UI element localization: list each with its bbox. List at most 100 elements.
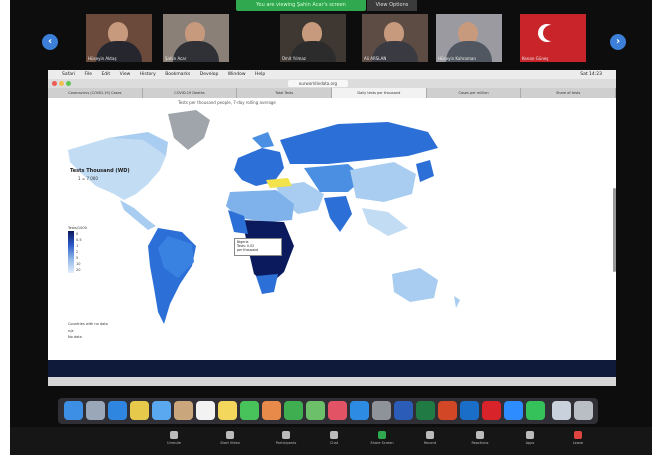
maps-icon[interactable]	[306, 401, 325, 420]
participant-video-strip: ‹ Hüseyin Aktaş Şahin Acar Ümit Yılmaz A…	[40, 14, 626, 64]
outlook-icon[interactable]	[460, 401, 479, 420]
world-map	[68, 110, 460, 324]
maximize-window-icon[interactable]	[66, 81, 71, 86]
browser-tab-active[interactable]: Daily tests per thousand	[332, 88, 427, 98]
trash-icon[interactable]	[574, 401, 593, 420]
contacts-icon[interactable]	[174, 401, 193, 420]
menu-develop[interactable]: Develop	[200, 72, 219, 77]
no-data-title: Countries with no data	[68, 322, 108, 326]
participant-tile[interactable]: Ali ARSLAN	[362, 14, 428, 62]
chat-button[interactable]: Chat	[314, 431, 354, 445]
facetime-icon[interactable]	[284, 401, 303, 420]
participant-tile[interactable]: Ümit Yılmaz	[280, 14, 346, 62]
unmute-button[interactable]: Unmute	[154, 431, 194, 445]
share-screen-button[interactable]: Share Screen	[362, 431, 402, 445]
participants-button[interactable]: Participants	[266, 431, 306, 445]
tooltip-line: per thousand	[237, 248, 259, 252]
viewing-screen-pill: You are viewing Şahin Acar's screen	[236, 0, 366, 11]
chrome-icon[interactable]	[130, 401, 149, 420]
mac-dock	[58, 398, 598, 424]
menu-edit[interactable]: Edit	[101, 72, 110, 77]
share-banner: You are viewing Şahin Acar's screen View…	[10, 0, 652, 12]
powerpoint-icon[interactable]	[438, 401, 457, 420]
participant-name: Ali ARSLAN	[364, 56, 387, 61]
leave-button[interactable]: Leave	[558, 431, 598, 445]
browser-tab[interactable]: Cases per million	[427, 88, 522, 98]
region-east-asia	[416, 160, 434, 182]
notes-icon[interactable]	[218, 401, 237, 420]
participant-name: Kenan Güneş	[522, 56, 549, 61]
chevron-left-icon[interactable]: ‹	[42, 34, 58, 50]
menu-history[interactable]: History	[140, 72, 156, 77]
browser-tabs: Coronavirus (COVID-19) Cases COVID-19 De…	[48, 88, 617, 98]
region-southern-africa	[256, 274, 278, 294]
participant-tile[interactable]: Şahin Acar	[163, 14, 229, 62]
participant-tile[interactable]: Hüseyin Kahraman	[436, 14, 502, 62]
app-store-icon[interactable]	[350, 401, 369, 420]
music-icon[interactable]	[328, 401, 347, 420]
participant-tile[interactable]: Hüseyin Aktaş	[86, 14, 152, 62]
browser-tab[interactable]: Total Tests	[237, 88, 333, 98]
participant-name: Şahin Acar	[165, 56, 187, 61]
safari-icon[interactable]	[108, 401, 127, 420]
apps-button[interactable]: Apps	[510, 431, 550, 445]
map-tooltip: Nigeria Tests: 0.02 per thousand	[234, 238, 282, 256]
browser-status-bar	[48, 377, 616, 386]
browser-tab[interactable]: Coronavirus (COVID-19) Cases	[48, 88, 143, 98]
record-icon	[426, 431, 434, 439]
calendar-icon[interactable]	[196, 401, 215, 420]
menu-bookmarks[interactable]: Bookmarks	[165, 72, 190, 77]
participant-name: Hüseyin Aktaş	[88, 56, 117, 61]
region-china	[350, 162, 416, 202]
menu-window[interactable]: Window	[228, 72, 246, 77]
menu-help[interactable]: Help	[255, 72, 265, 77]
page-scrollbar[interactable]	[613, 188, 616, 272]
record-button[interactable]: Record	[410, 431, 450, 445]
start-video-button[interactable]: Start Video	[210, 431, 250, 445]
zoom-icon[interactable]	[504, 401, 523, 420]
region-australia	[392, 268, 438, 302]
shared-screen: Safari File Edit View History Bookmarks …	[48, 70, 617, 386]
browser-toolbar: ourworldindata.org	[48, 79, 616, 88]
zoom-toolbar: Unmute Start Video Participants Chat Sha…	[10, 427, 652, 455]
region-southeast-asia	[362, 208, 408, 236]
map-caption: Tests per thousand people, 7-day rolling…	[178, 100, 276, 105]
excel-icon[interactable]	[416, 401, 435, 420]
browser-tab[interactable]: Share of tests	[521, 88, 617, 98]
apps-icon	[526, 431, 534, 439]
no-data-legend: n/a No data	[68, 328, 82, 340]
view-options-button[interactable]: View Options	[367, 0, 417, 11]
downloads-icon[interactable]	[552, 401, 571, 420]
legend-color-bar	[68, 231, 74, 273]
region-india	[324, 196, 352, 232]
region-russia	[280, 122, 438, 164]
menu-file[interactable]: File	[85, 72, 93, 77]
close-window-icon[interactable]	[52, 81, 57, 86]
photos-icon[interactable]	[262, 401, 281, 420]
menu-view[interactable]: View	[120, 72, 131, 77]
chevron-right-icon[interactable]: ›	[610, 34, 626, 50]
minimize-window-icon[interactable]	[59, 81, 64, 86]
legend-title: Tests/1000	[68, 226, 87, 230]
microphone-icon	[170, 431, 178, 439]
messages-icon[interactable]	[240, 401, 259, 420]
flag-crescent-cutout	[543, 25, 559, 41]
region-greenland	[168, 110, 210, 150]
system-preferences-icon[interactable]	[372, 401, 391, 420]
zoom-window: You are viewing Şahin Acar's screen View…	[10, 0, 652, 455]
map-subtitle: 1 = 7 000	[78, 176, 98, 181]
finder-icon[interactable]	[64, 401, 83, 420]
map-legend: Tests/1000 0 0.5 1 2 5 10 20	[68, 226, 104, 273]
acrobat-icon[interactable]	[482, 401, 501, 420]
legend-label: 20	[76, 268, 81, 272]
browser-tab[interactable]: COVID-19 Deaths	[143, 88, 238, 98]
mail-icon[interactable]	[152, 401, 171, 420]
word-icon[interactable]	[394, 401, 413, 420]
launchpad-icon[interactable]	[86, 401, 105, 420]
participant-tile[interactable]: Kenan Güneş	[520, 14, 586, 62]
address-bar[interactable]: ourworldindata.org	[288, 80, 348, 87]
menu-safari[interactable]: Safari	[62, 72, 75, 77]
whatsapp-icon[interactable]	[526, 401, 545, 420]
reactions-button[interactable]: Reactions	[460, 431, 500, 445]
leave-icon	[574, 431, 582, 439]
